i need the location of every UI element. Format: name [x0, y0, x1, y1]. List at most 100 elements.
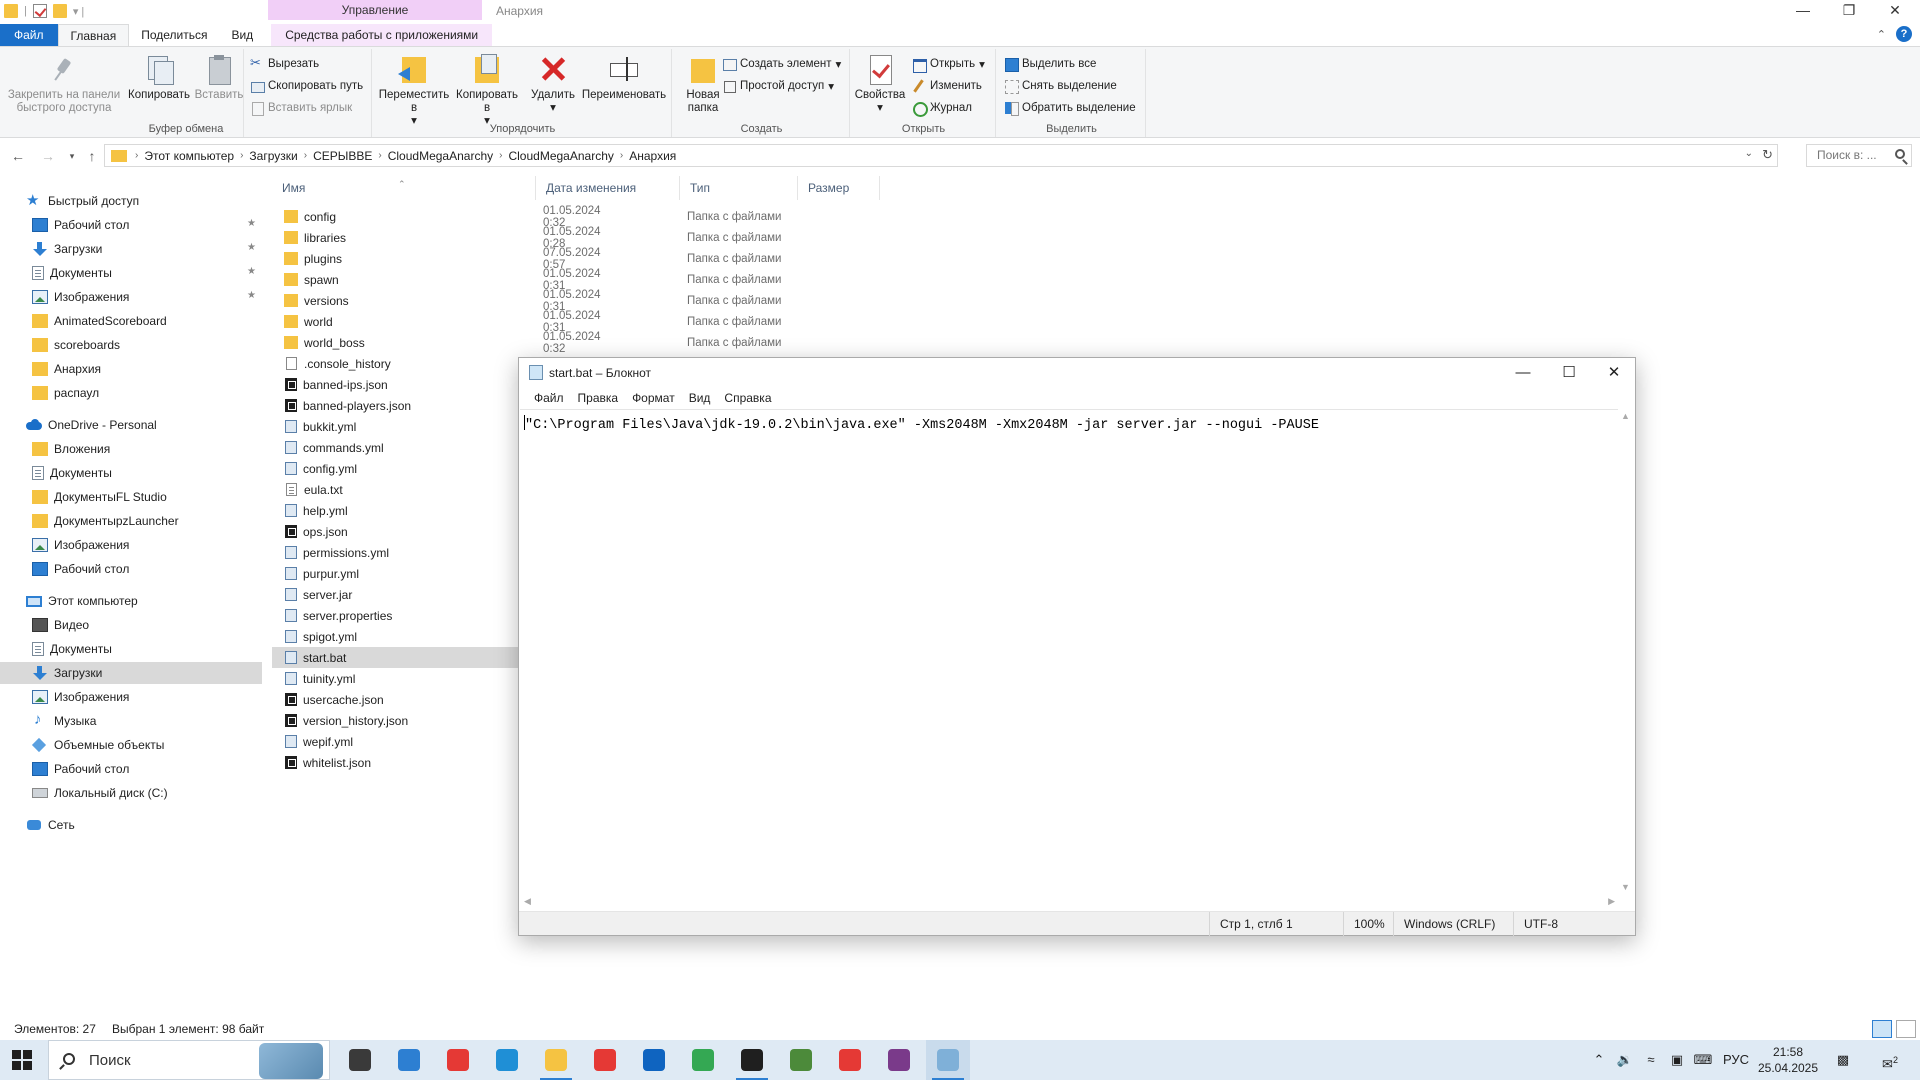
- tab-share[interactable]: Поделиться: [129, 24, 219, 46]
- nav-item[interactable]: scoreboards: [0, 334, 262, 356]
- close-button[interactable]: ✕: [1872, 0, 1918, 22]
- nav-item[interactable]: Рабочий стол ★: [0, 214, 262, 236]
- nav-item[interactable]: распаул: [0, 382, 262, 404]
- nav-item[interactable]: Видео: [0, 614, 262, 636]
- nav-item[interactable]: Документы: [0, 462, 262, 484]
- language-indicator[interactable]: РУС: [1716, 1040, 1756, 1080]
- restore-button[interactable]: ❐: [1826, 0, 1872, 22]
- nav-item[interactable]: Загрузки ★: [0, 238, 262, 260]
- menu-view[interactable]: Вид: [682, 388, 718, 408]
- notification-center-icon[interactable]: ✉2: [1870, 1040, 1910, 1080]
- search-input[interactable]: Поиск в: ...: [1806, 144, 1912, 167]
- nav-item[interactable]: Документы ★: [0, 262, 262, 284]
- nav-item[interactable]: AnimatedScoreboard: [0, 310, 262, 332]
- taskbar-yandex-2[interactable]: [828, 1040, 872, 1080]
- nav-item[interactable]: Изображения: [0, 686, 262, 708]
- menu-help[interactable]: Справка: [717, 388, 778, 408]
- file-row[interactable]: whitelist.json: [272, 752, 518, 773]
- minimize-button[interactable]: —: [1780, 0, 1826, 22]
- chevron-right-icon[interactable]: ›: [618, 150, 625, 161]
- file-row[interactable]: bukkit.yml: [272, 416, 518, 437]
- nav-item[interactable]: Изображения ★: [0, 286, 262, 308]
- keyboard-icon[interactable]: ⌨: [1690, 1040, 1716, 1080]
- tab-view[interactable]: Вид: [219, 24, 265, 46]
- qat-dropdown-icon[interactable]: ▾ |: [73, 5, 84, 18]
- details-view-button[interactable]: [1872, 1020, 1892, 1038]
- tab-home[interactable]: Главная: [57, 24, 130, 46]
- notepad-close-button[interactable]: ✕: [1591, 358, 1637, 388]
- recent-locations-button[interactable]: ▾: [62, 146, 82, 166]
- menu-file[interactable]: Файл: [527, 388, 571, 408]
- invert-selection-button[interactable]: Обратить выделение: [1004, 99, 1136, 117]
- file-row[interactable]: .console_history: [272, 353, 518, 374]
- nav-item[interactable]: Изображения: [0, 534, 262, 556]
- file-row[interactable]: wepif.yml: [272, 731, 518, 752]
- file-row[interactable]: banned-players.json: [272, 395, 518, 416]
- open-button[interactable]: Открыть ▾: [912, 55, 985, 73]
- taskbar-terminal[interactable]: [730, 1040, 774, 1080]
- taskbar-task-view[interactable]: [338, 1040, 382, 1080]
- display-icon[interactable]: ▩: [1830, 1040, 1856, 1080]
- notepad-minimize-button[interactable]: —: [1500, 358, 1546, 388]
- chevron-right-icon[interactable]: ›: [302, 150, 309, 161]
- nav-item[interactable]: Вложения: [0, 438, 262, 460]
- taskbar-yandex[interactable]: [583, 1040, 627, 1080]
- taskbar-yandex-browser[interactable]: [436, 1040, 480, 1080]
- file-row[interactable]: spigot.yml: [272, 626, 518, 647]
- address-dropdown-icon[interactable]: ⌄: [1745, 148, 1753, 159]
- network-icon[interactable]: ▣: [1664, 1040, 1690, 1080]
- select-none-button[interactable]: Снять выделение: [1004, 77, 1117, 95]
- chevron-right-icon[interactable]: ›: [238, 150, 245, 161]
- notepad-maximize-button[interactable]: ☐: [1546, 358, 1592, 388]
- collapse-ribbon-icon[interactable]: ⌃: [1877, 28, 1886, 41]
- properties-button[interactable]: Свойства ▾: [852, 53, 908, 115]
- breadcrumb-item[interactable]: CloudMegaAnarchy: [384, 149, 497, 163]
- file-row[interactable]: plugins 07.05.2024 0:57 Папка с файлами: [272, 247, 781, 271]
- copy-to-button[interactable]: Копировать в ▾: [452, 53, 522, 128]
- cut-button[interactable]: Вырезать: [250, 55, 319, 73]
- folder-icon[interactable]: [4, 4, 18, 18]
- edit-button[interactable]: Изменить: [912, 77, 982, 95]
- scroll-up-icon[interactable]: ▲: [1621, 411, 1630, 421]
- file-row[interactable]: world 01.05.2024 0:31 Папка с файлами: [272, 310, 781, 334]
- nav-item[interactable]: Рабочий стол: [0, 758, 262, 780]
- file-row[interactable]: libraries 01.05.2024 0:28 Папка с файлами: [272, 226, 781, 250]
- nav-item[interactable]: ДокументыpzLauncher: [0, 510, 262, 532]
- select-all-button[interactable]: Выделить все: [1004, 55, 1096, 73]
- new-item-button[interactable]: Создать элемент ▾: [722, 55, 841, 73]
- file-row[interactable]: config.yml: [272, 458, 518, 479]
- large-icons-view-button[interactable]: [1896, 1020, 1916, 1038]
- refresh-icon[interactable]: ↻: [1762, 147, 1773, 163]
- history-button[interactable]: Журнал: [912, 99, 972, 117]
- file-row[interactable]: server.properties: [272, 605, 518, 626]
- rename-button[interactable]: Переименовать: [578, 53, 670, 102]
- file-row[interactable]: versions 01.05.2024 0:31 Папка с файлами: [272, 289, 781, 313]
- nav-item[interactable]: Быстрый доступ: [0, 190, 262, 212]
- tab-app-tools[interactable]: Средства работы с приложениями: [271, 24, 493, 46]
- file-row[interactable]: help.yml: [272, 500, 518, 521]
- scroll-down-icon[interactable]: ▼: [1621, 882, 1630, 892]
- column-header-date[interactable]: Дата изменения: [536, 176, 680, 200]
- nav-item[interactable]: Анархия: [0, 358, 262, 380]
- paste-shortcut-button[interactable]: Вставить ярлык: [250, 99, 352, 117]
- copy-button[interactable]: Копировать: [124, 53, 194, 102]
- column-header-type[interactable]: Тип: [680, 176, 798, 200]
- menu-edit[interactable]: Правка: [571, 388, 626, 408]
- easy-access-button[interactable]: Простой доступ ▾: [722, 77, 834, 95]
- copy-path-button[interactable]: Скопировать путь: [250, 77, 363, 95]
- up-button[interactable]: ↑: [82, 146, 102, 166]
- notepad-text-area[interactable]: "C:\Program Files\Java\jdk-19.0.2\bin\ja…: [520, 409, 1619, 894]
- nav-item[interactable]: Сеть: [0, 814, 262, 836]
- paste-button[interactable]: Вставить: [190, 53, 248, 102]
- address-bar[interactable]: › Этот компьютер › Загрузки › СЕРЫВВЕ › …: [104, 144, 1778, 167]
- taskbar-outlook[interactable]: [632, 1040, 676, 1080]
- taskbar-search[interactable]: Поиск: [48, 1040, 330, 1080]
- nav-item[interactable]: Загрузки: [0, 662, 262, 684]
- breadcrumb-item[interactable]: Этот компьютер: [140, 149, 238, 163]
- pin-quick-access-button[interactable]: Закрепить на панели быстрого доступа: [4, 53, 124, 115]
- clock[interactable]: 21:58 25.04.2025: [1756, 1044, 1820, 1076]
- taskbar-chrome[interactable]: [681, 1040, 725, 1080]
- vertical-scrollbar[interactable]: ▲ ▼: [1618, 409, 1635, 894]
- nav-item[interactable]: Рабочий стол: [0, 558, 262, 580]
- taskbar-notepad[interactable]: [926, 1040, 970, 1080]
